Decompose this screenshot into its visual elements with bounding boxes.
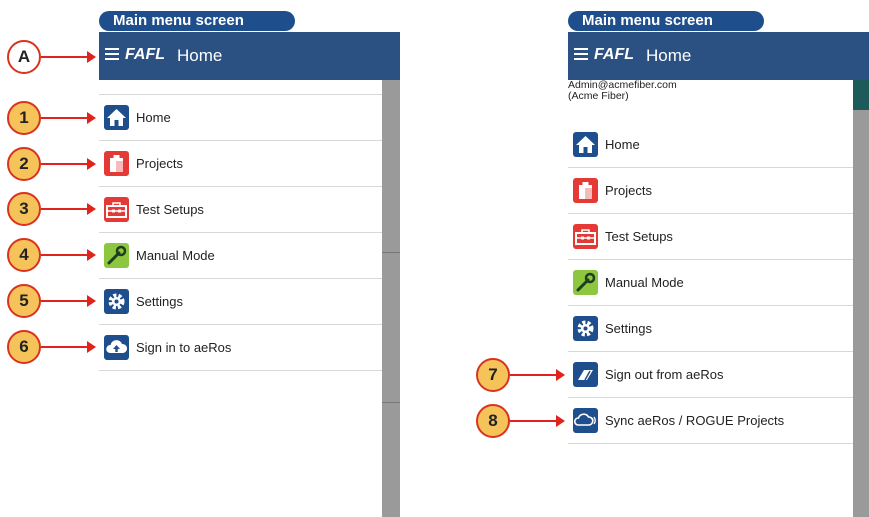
drawer-item-label: Projects: [136, 156, 183, 171]
callout-8-arrow: [510, 415, 565, 427]
callout-1-badge: 1: [7, 101, 41, 135]
clipboard-icon: [573, 178, 598, 203]
callout-2-arrow: [41, 158, 96, 170]
navigation-drawer: Admin@acmefiber.com (Acme Fiber) Home Pr…: [568, 80, 853, 517]
wrench-icon: [104, 243, 129, 268]
drawer-item-label: Sign in to aeRos: [136, 340, 232, 355]
callout-a-badge: A: [7, 40, 41, 74]
app-bar-title: Home: [646, 46, 692, 65]
right-phone-screen: FAFL Home Admin@acmefiber.com (Acme Fibe…: [568, 32, 869, 517]
callout-3-arrow: [41, 203, 96, 215]
afl-logo: FAFL: [125, 46, 165, 63]
drawer-item-projects[interactable]: Projects: [99, 141, 382, 187]
drawer-item-label: Manual Mode: [605, 275, 684, 290]
callout-7-badge: 7: [476, 358, 510, 392]
drawer-item-label: Home: [605, 137, 640, 152]
hamburger-menu-icon[interactable]: [105, 48, 119, 60]
toolbox-icon: [104, 197, 129, 222]
drawer-item-label: Sync aeRos / ROGUE Projects: [605, 413, 785, 428]
drawer-item-label: Manual Mode: [136, 248, 215, 263]
wrench-icon: [573, 270, 598, 295]
drawer-item-sync[interactable]: Sync aeRos / ROGUE Projects: [568, 398, 853, 444]
drawer-item-home[interactable]: Home: [568, 122, 853, 168]
drawer-item-label: Settings: [605, 321, 652, 336]
drawer-item-projects[interactable]: Projects: [568, 168, 853, 214]
drawer-item-home[interactable]: Home: [99, 95, 382, 141]
clipboard-icon: [104, 151, 129, 176]
drawer-item-label: Home: [136, 110, 171, 125]
callout-7-arrow: [510, 369, 565, 381]
callout-1-arrow: [41, 112, 96, 124]
callout-4-arrow: [41, 249, 96, 261]
navigation-drawer: Home Projects Test Setups Manual Mode Se…: [99, 80, 382, 517]
gear-icon: [573, 316, 598, 341]
home-icon: [104, 105, 129, 130]
drawer-item-label: Test Setups: [605, 229, 673, 244]
account-org: (Acme Fiber): [568, 90, 629, 102]
callout-2-badge: 2: [7, 147, 41, 181]
drawer-item-label: Projects: [605, 183, 652, 198]
app-bar: FAFL Home: [568, 32, 869, 80]
drawer-item-test-setups[interactable]: Test Setups: [99, 187, 382, 233]
drawer-item-sign-in[interactable]: Sign in to aeRos: [99, 325, 382, 371]
drawer-item-label: Sign out from aeRos: [605, 367, 724, 382]
callout-6-badge: 6: [7, 330, 41, 364]
callout-4-badge: 4: [7, 238, 41, 272]
callout-8-badge: 8: [476, 404, 510, 438]
home-icon: [573, 132, 598, 157]
drawer-item-test-setups[interactable]: Test Setups: [568, 214, 853, 260]
background-divider: [382, 252, 400, 253]
hamburger-menu-icon[interactable]: [574, 48, 588, 60]
drawer-item-settings[interactable]: Settings: [99, 279, 382, 325]
drawer-item-manual-mode[interactable]: Manual Mode: [99, 233, 382, 279]
app-bar: FAFL Home: [99, 32, 400, 80]
account-info: Admin@acmefiber.com (Acme Fiber): [568, 80, 677, 102]
cloud-sync-icon: [573, 408, 598, 433]
left-panel-caption: Main menu screen: [99, 11, 295, 31]
drawer-item-label: Settings: [136, 294, 183, 309]
cloud-upload-icon: [104, 335, 129, 360]
right-panel-caption: Main menu screen: [568, 11, 764, 31]
background-divider: [382, 402, 400, 403]
background-teal-bar: [853, 80, 869, 110]
toolbox-icon: [573, 224, 598, 249]
eraser-icon: [573, 362, 598, 387]
callout-a-arrow: [41, 51, 96, 63]
afl-logo: FAFL: [594, 46, 634, 63]
left-phone-screen: FAFL Home Home Projects Test Setups Manu…: [99, 32, 400, 517]
app-bar-title: Home: [177, 46, 223, 65]
drawer-item-sign-out[interactable]: Sign out from aeRos: [568, 352, 853, 398]
drawer-item-manual-mode[interactable]: Manual Mode: [568, 260, 853, 306]
callout-3-badge: 3: [7, 192, 41, 226]
callout-5-badge: 5: [7, 284, 41, 318]
callout-5-arrow: [41, 295, 96, 307]
drawer-item-settings[interactable]: Settings: [568, 306, 853, 352]
gear-icon: [104, 289, 129, 314]
drawer-item-label: Test Setups: [136, 202, 204, 217]
callout-6-arrow: [41, 341, 96, 353]
